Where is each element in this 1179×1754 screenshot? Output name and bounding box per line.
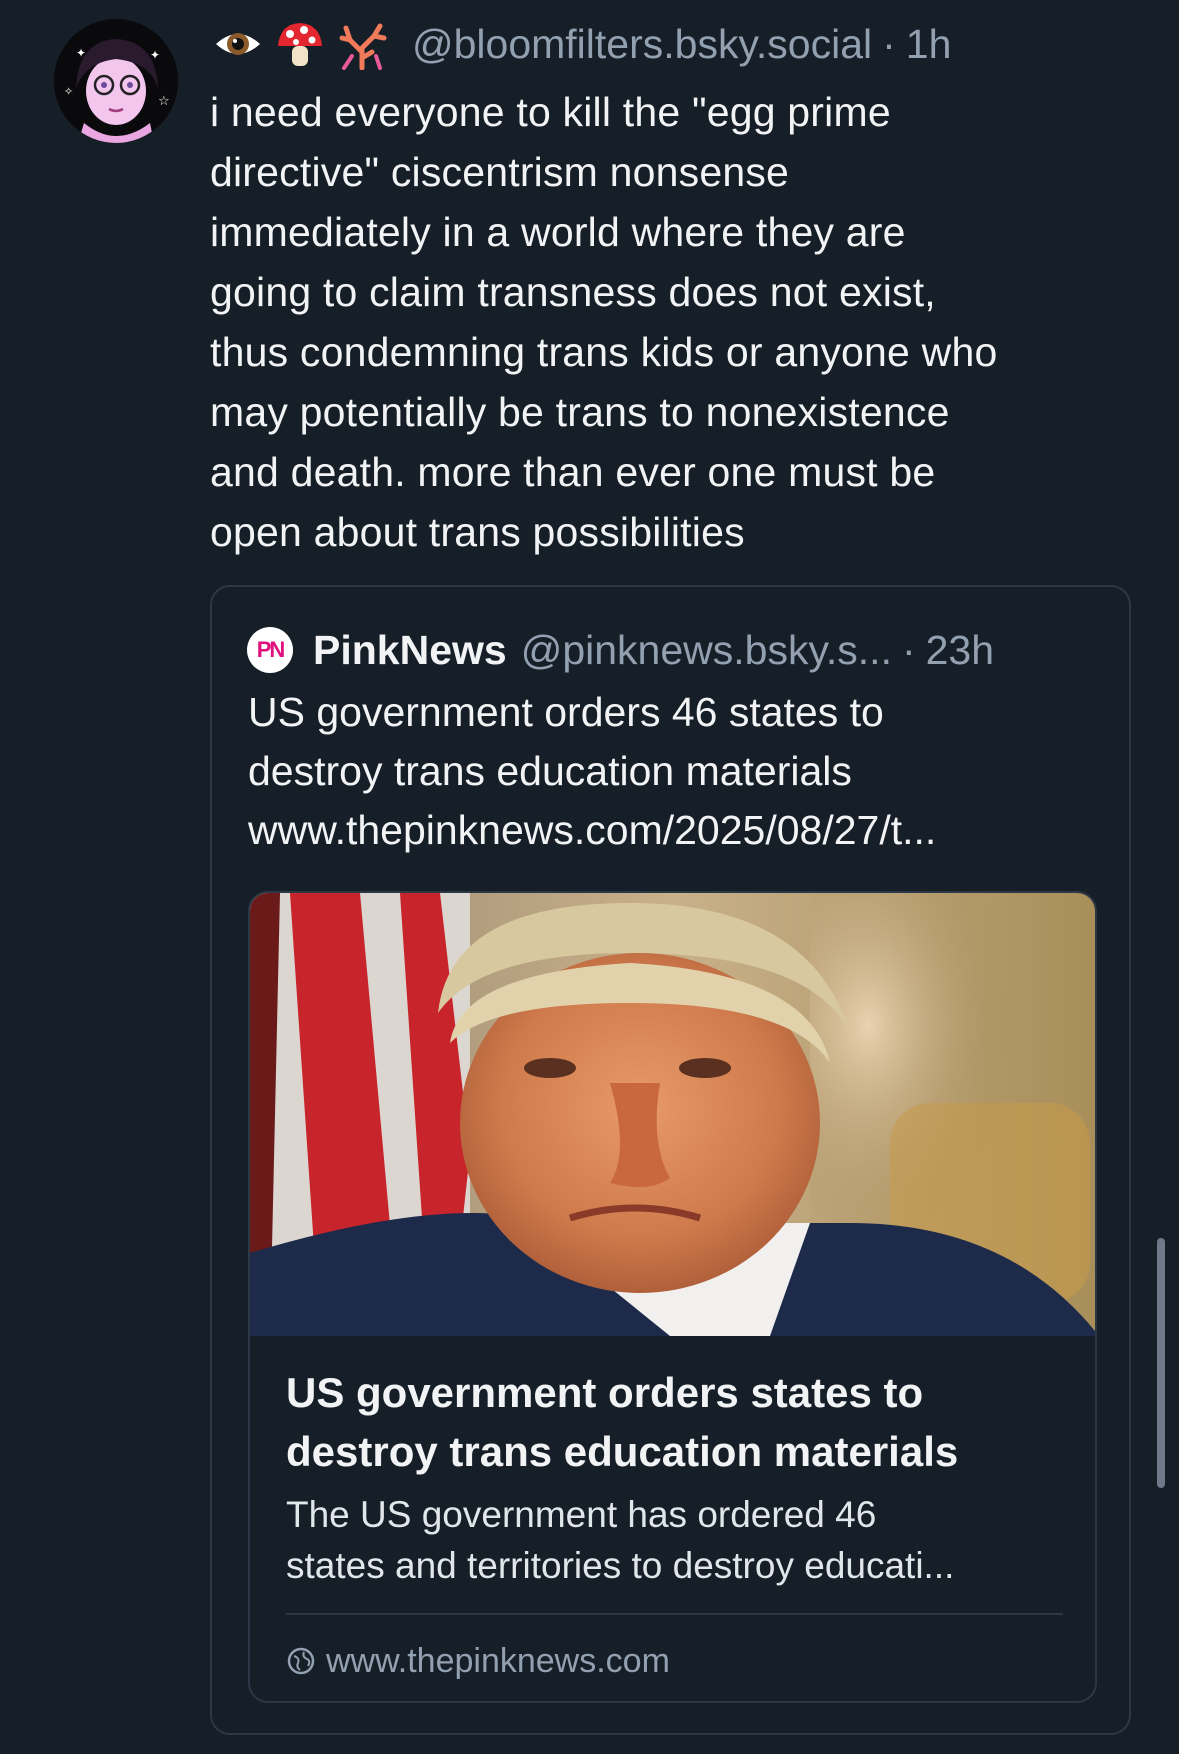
card-title-line: US government orders states to	[286, 1369, 924, 1416]
coral-emoji-icon	[336, 18, 388, 70]
card-description-line: The US government has ordered 46	[286, 1494, 877, 1535]
quoted-author-handle[interactable]: @pinknews.bsky.s...	[521, 627, 892, 674]
quoted-post[interactable]: PN PinkNews @pinknews.bsky.s... · 23h US…	[210, 585, 1131, 1735]
author-avatar[interactable]: ✦ ✦ ✧ ☆	[54, 19, 178, 143]
scrollbar-thumb[interactable]	[1157, 1238, 1165, 1488]
link-preview-card[interactable]: US government orders states to destroy t…	[248, 891, 1097, 1703]
post-text-line: may potentially be trans to nonexistence	[210, 389, 950, 435]
svg-text:☆: ☆	[158, 94, 170, 109]
header-separator: ·	[882, 20, 896, 67]
pinknews-avatar[interactable]: PN	[247, 627, 293, 673]
card-description: The US government has ordered 46 states …	[286, 1489, 1066, 1591]
card-domain-row[interactable]: www.thepinknews.com	[286, 1635, 670, 1687]
quoted-post-body: US government orders 46 states to destro…	[248, 683, 1108, 860]
quoted-separator: ·	[901, 626, 916, 673]
card-title[interactable]: US government orders states to destroy t…	[286, 1363, 1066, 1481]
quoted-text-line: destroy trans education materials	[248, 748, 852, 794]
news-photo-image	[250, 893, 1095, 1336]
card-title-line: destroy trans education materials	[286, 1428, 959, 1475]
post-text-line: open about trans possibilities	[210, 509, 745, 555]
feed-screen: ✦ ✦ ✧ ☆ @bloomfilters.bsky.social · 1h i…	[0, 0, 1179, 1754]
post-header: @bloomfilters.bsky.social · 1h	[212, 14, 951, 74]
quoted-timestamp[interactable]: 23h	[926, 627, 994, 674]
post-text-line: thus condemning trans kids or anyone who	[210, 329, 998, 375]
post-text-line: going to claim transness does not exist,	[210, 269, 936, 315]
quoted-post-header: PN PinkNews @pinknews.bsky.s... · 23h	[247, 623, 994, 677]
card-description-line: states and territories to destroy educat…	[286, 1545, 955, 1586]
post-text-line: immediately in a world where they are	[210, 209, 906, 255]
post-body: i need everyone to kill the "egg prime d…	[210, 82, 1140, 562]
card-divider	[286, 1613, 1063, 1615]
eye-emoji-icon	[212, 18, 264, 70]
author-handle[interactable]: @bloomfilters.bsky.social	[412, 21, 872, 68]
svg-text:✦: ✦	[150, 48, 160, 62]
quoted-author-name[interactable]: PinkNews	[313, 627, 507, 674]
svg-text:✦: ✦	[76, 46, 86, 60]
card-domain: www.thepinknews.com	[326, 1641, 670, 1680]
quoted-link[interactable]: www.thepinknews.com/2025/08/27/t...	[248, 801, 1108, 860]
post-text-line: and death. more than ever one must be	[210, 449, 936, 495]
avatar-illustration: ✦ ✦ ✧ ☆	[54, 19, 178, 143]
svg-text:✧: ✧	[64, 85, 73, 98]
post-text-line: i need everyone to kill the "egg prime	[210, 89, 891, 135]
post-timestamp[interactable]: 1h	[906, 21, 952, 68]
post-text-line: directive" ciscentrism nonsense	[210, 149, 790, 195]
globe-icon	[287, 1647, 315, 1675]
mushroom-emoji-icon	[274, 18, 326, 70]
quoted-text-line: US government orders 46 states to	[248, 689, 884, 735]
